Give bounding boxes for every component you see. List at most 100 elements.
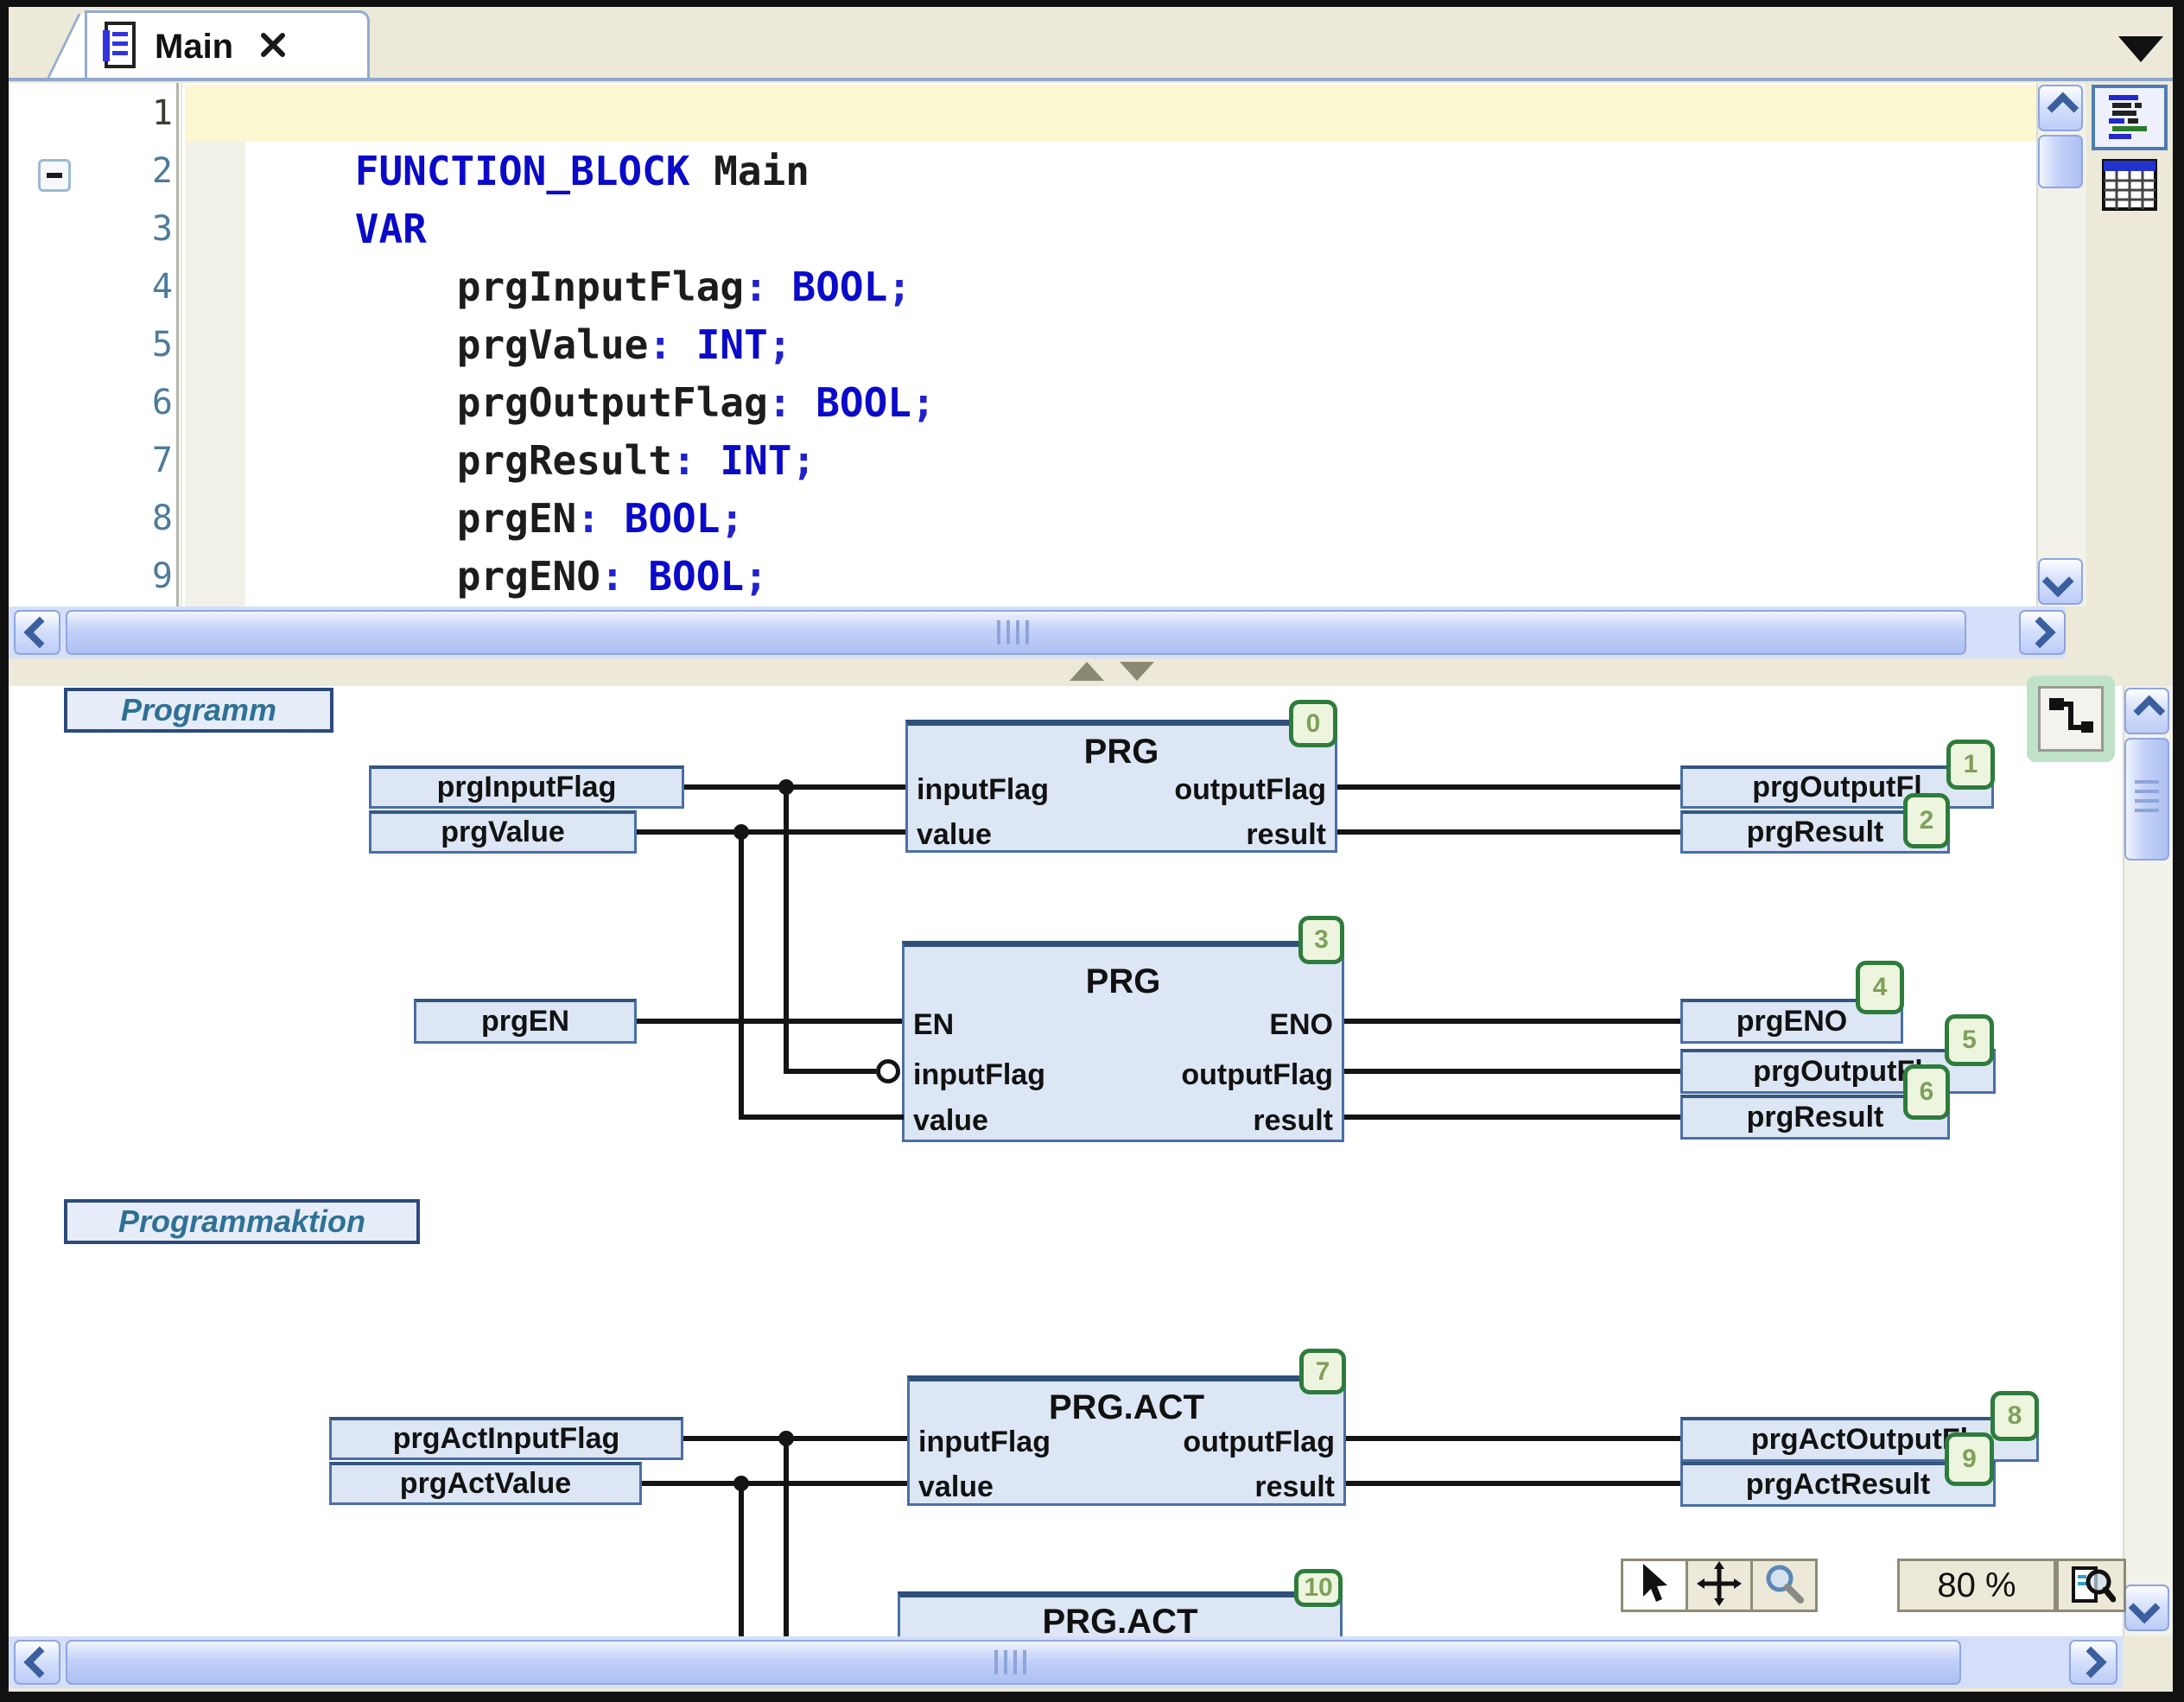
pou-document-icon	[99, 20, 139, 74]
scroll-up-button[interactable]	[2124, 688, 2169, 734]
network-label-programm[interactable]: Programm	[64, 688, 333, 733]
element-badge: 10	[1294, 1569, 1343, 1607]
scroll-right-button[interactable]	[2019, 610, 2066, 655]
input-pin[interactable]: value	[917, 819, 992, 850]
code-line[interactable]: prgEN: BOOL;	[185, 432, 744, 490]
fbd-block-prgact-0[interactable]: PRG.ACT inputFlag value outputFlag resul…	[907, 1375, 1346, 1506]
network-label-programmaktion[interactable]: Programmaktion	[64, 1199, 420, 1244]
line-number: 7	[35, 432, 176, 490]
line-number: 5	[35, 316, 176, 374]
wire-junction	[778, 779, 794, 795]
code-line[interactable]: prgActInputFlag: BOOL;	[185, 548, 983, 606]
input-pin[interactable]: inputFlag	[913, 1059, 1045, 1090]
input-pin[interactable]: value	[918, 1471, 994, 1502]
gutter-separator	[176, 83, 179, 606]
keyword: BOOL	[792, 264, 888, 310]
zoom-fit-icon	[2067, 1559, 2116, 1612]
input-pin[interactable]: EN	[913, 1009, 954, 1040]
wire-junction	[733, 1476, 749, 1491]
line-number: 8	[35, 490, 176, 548]
fbd-vscroll-thumb[interactable]	[2124, 738, 2169, 861]
block-title: PRG.ACT	[910, 1388, 1343, 1427]
scroll-left-button[interactable]	[14, 1640, 60, 1685]
wire	[1344, 1115, 1680, 1120]
output-pin[interactable]: ENO	[1269, 1009, 1333, 1040]
network-view-button[interactable]	[2038, 686, 2104, 752]
tab-main[interactable]: Main	[85, 10, 370, 81]
editor-vscroll-thumb[interactable]	[2038, 135, 2083, 188]
text-view-button[interactable]	[2092, 85, 2168, 150]
element-badge: 2	[1903, 793, 1950, 848]
wire	[684, 784, 905, 790]
fbd-block-prg-1[interactable]: PRG EN inputFlag value ENO outputFlag re…	[902, 941, 1344, 1142]
input-var-box[interactable]: prgActValue	[329, 1462, 642, 1505]
fbd-block-prgact-1[interactable]: PRG.ACT	[898, 1591, 1343, 1636]
output-pin[interactable]: result	[1253, 1105, 1333, 1136]
scroll-up-button[interactable]	[2038, 85, 2083, 131]
scroll-left-button[interactable]	[14, 610, 60, 655]
wire	[1344, 1069, 1680, 1074]
zoom-level-display[interactable]: 80 %	[1897, 1559, 2056, 1612]
wire	[1337, 829, 1680, 835]
element-badge: 9	[1945, 1432, 1994, 1486]
code-line[interactable]: prgENO: BOOL;	[185, 490, 768, 548]
wire	[1344, 1019, 1680, 1024]
zoom-tool-button[interactable]	[1750, 1559, 1818, 1612]
input-var-box[interactable]: prgInputFlag	[369, 765, 684, 809]
scroll-right-button[interactable]	[2069, 1640, 2117, 1685]
element-badge: 3	[1298, 916, 1344, 964]
element-badge: 8	[1990, 1391, 2039, 1441]
table-view-icon	[2102, 159, 2157, 215]
editor-hscroll-thumb[interactable]	[66, 610, 1966, 655]
element-badge: 1	[1946, 740, 1995, 790]
code-line[interactable]: prgInputFlag: BOOL;	[185, 200, 911, 258]
wire-junction	[778, 1431, 794, 1446]
output-pin[interactable]: result	[1246, 819, 1326, 850]
line-number: 4	[35, 258, 176, 316]
chevron-down-icon[interactable]	[2118, 36, 2163, 62]
input-var-box[interactable]: prgEN	[414, 999, 637, 1044]
code-line[interactable]: prgResult: INT;	[185, 374, 816, 432]
plc-ide-window: Main 1 2 3 4 5 6 7 8 9 FUNCTION_BLOCK Ma…	[0, 0, 2184, 1702]
close-icon[interactable]	[257, 29, 289, 65]
block-title: PRG	[905, 962, 1342, 1001]
window-frame-top	[0, 0, 2184, 7]
output-pin[interactable]: outputFlag	[1183, 1426, 1335, 1457]
scroll-down-button[interactable]	[2038, 558, 2083, 605]
table-view-button[interactable]	[2102, 161, 2157, 213]
wire	[1346, 1436, 1680, 1441]
input-pin[interactable]: value	[913, 1105, 988, 1136]
element-badge: 5	[1945, 1014, 1994, 1066]
input-pin[interactable]: inputFlag	[918, 1426, 1051, 1457]
input-var-box[interactable]: prgValue	[369, 810, 637, 854]
window-frame-right	[2173, 0, 2184, 1702]
fbd-block-prg-0[interactable]: PRG inputFlag value outputFlag result	[905, 720, 1337, 853]
negation-circle[interactable]	[876, 1059, 900, 1083]
scroll-down-button[interactable]	[2124, 1585, 2169, 1631]
wire	[784, 1069, 876, 1074]
wire-junction	[733, 824, 749, 840]
wire	[1346, 1481, 1680, 1486]
code-line[interactable]: VAR	[185, 143, 427, 200]
pan-tool-button[interactable]	[1686, 1559, 1753, 1612]
wire	[784, 787, 789, 1074]
wire	[637, 1019, 902, 1024]
network-connection-icon	[2045, 691, 2097, 747]
fbd-hscroll-thumb[interactable]	[66, 1640, 1961, 1685]
output-pin[interactable]: result	[1254, 1471, 1335, 1502]
line-number: 6	[35, 374, 176, 432]
zoom-fit-button[interactable]	[2056, 1559, 2126, 1612]
code-line[interactable]: prgOutputFlag: BOOL;	[185, 316, 936, 374]
output-pin[interactable]: outputFlag	[1174, 774, 1326, 805]
punctuation: ;	[911, 379, 936, 426]
punctuation: ;	[887, 264, 911, 310]
splitter-expand-down-icon[interactable]	[1120, 662, 1154, 681]
input-var-box[interactable]: prgActInputFlag	[329, 1417, 683, 1460]
code-line[interactable]: FUNCTION_BLOCK Main	[185, 85, 809, 143]
output-pin[interactable]: outputFlag	[1181, 1059, 1333, 1090]
code-line[interactable]: prgValue: INT;	[185, 258, 792, 316]
select-tool-button[interactable]	[1621, 1559, 1688, 1612]
splitter-expand-up-icon[interactable]	[1070, 662, 1104, 681]
input-pin[interactable]: inputFlag	[917, 774, 1049, 805]
element-badge: 0	[1289, 700, 1337, 747]
